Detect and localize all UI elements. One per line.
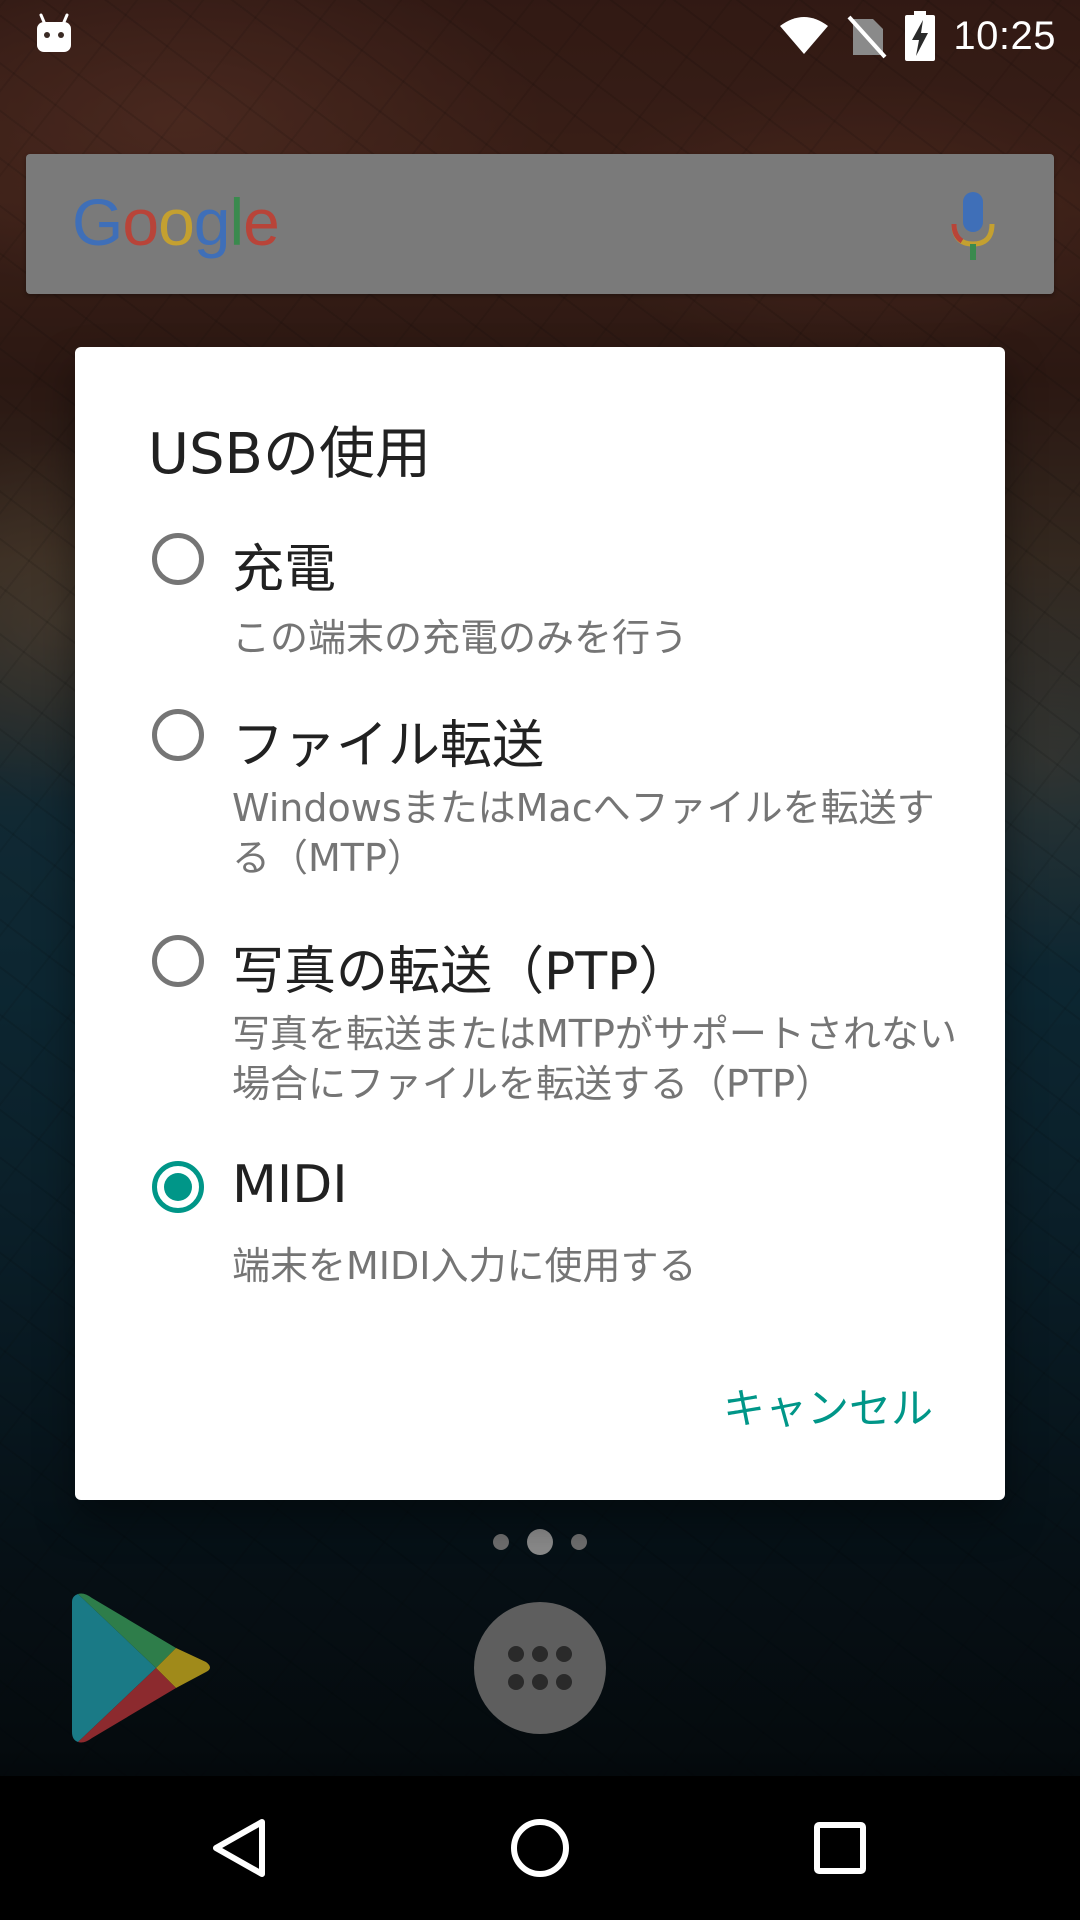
- google-logo-letter: G: [72, 185, 123, 259]
- option-photo-transfer[interactable]: 写真の転送（PTP） 写真を転送またはMTPがサポートされない場合にファイルを転…: [75, 929, 1005, 1119]
- page-indicator: [0, 1529, 1080, 1555]
- app-drawer-button[interactable]: [474, 1602, 606, 1734]
- option-description: 端末をMIDI入力に使用する: [232, 1244, 697, 1288]
- option-description: 写真を転送またはMTPがサポートされない場合にファイルを転送する（PTP）: [232, 1012, 957, 1106]
- mic-icon[interactable]: [948, 192, 998, 262]
- google-logo-letter: g: [193, 185, 231, 259]
- home-screen: 10:25 Google USBの使用 充電 この端末の充電のみを行う ファイル…: [0, 0, 1080, 1920]
- option-label: ファイル転送: [232, 716, 545, 776]
- option-description: WindowsまたはMacへファイルを転送する（MTP）: [232, 786, 935, 880]
- option-label: 充電: [232, 540, 337, 600]
- cancel-button[interactable]: キャンセル: [723, 1365, 933, 1446]
- play-store-icon[interactable]: [72, 1590, 212, 1745]
- status-bar: 10:25: [0, 0, 1080, 72]
- usb-options-dialog: USBの使用 充電 この端末の充電のみを行う ファイル転送 Windowsまたは…: [75, 347, 1005, 1500]
- dialog-title: USBの使用: [148, 422, 431, 487]
- wifi-icon: [780, 17, 829, 54]
- status-time: 10:25: [953, 13, 1056, 58]
- google-search-bar[interactable]: Google: [26, 154, 1054, 294]
- radio-button[interactable]: [152, 709, 204, 761]
- option-charging[interactable]: 充電 この端末の充電のみを行う: [75, 527, 1005, 667]
- android-debug-icon: [37, 13, 71, 52]
- page-dot-current: [527, 1529, 553, 1555]
- radio-button-selected[interactable]: [152, 1161, 204, 1213]
- radio-button[interactable]: [152, 533, 204, 585]
- recents-icon[interactable]: [790, 1798, 890, 1898]
- option-description: この端末の充電のみを行う: [232, 616, 689, 660]
- option-label: MIDI: [232, 1155, 348, 1215]
- page-dot: [571, 1534, 587, 1550]
- radio-button[interactable]: [152, 935, 204, 987]
- google-logo: Google: [72, 184, 280, 260]
- home-icon[interactable]: [490, 1798, 590, 1898]
- google-logo-letter: o: [122, 185, 159, 259]
- battery-charging-icon: [905, 11, 936, 61]
- no-sim-icon: [847, 15, 887, 59]
- google-logo-letter: o: [158, 185, 195, 259]
- app-drawer-icon: [508, 1646, 572, 1690]
- google-logo-letter: l: [229, 185, 245, 259]
- navigation-bar: [0, 1776, 1080, 1920]
- option-label: 写真の転送（PTP）: [232, 942, 691, 1002]
- google-logo-letter: e: [243, 185, 280, 259]
- page-dot: [493, 1534, 509, 1550]
- option-file-transfer[interactable]: ファイル転送 WindowsまたはMacへファイルを転送する（MTP）: [75, 703, 1005, 893]
- option-midi[interactable]: MIDI 端末をMIDI入力に使用する: [75, 1155, 1005, 1295]
- back-icon[interactable]: [190, 1798, 290, 1898]
